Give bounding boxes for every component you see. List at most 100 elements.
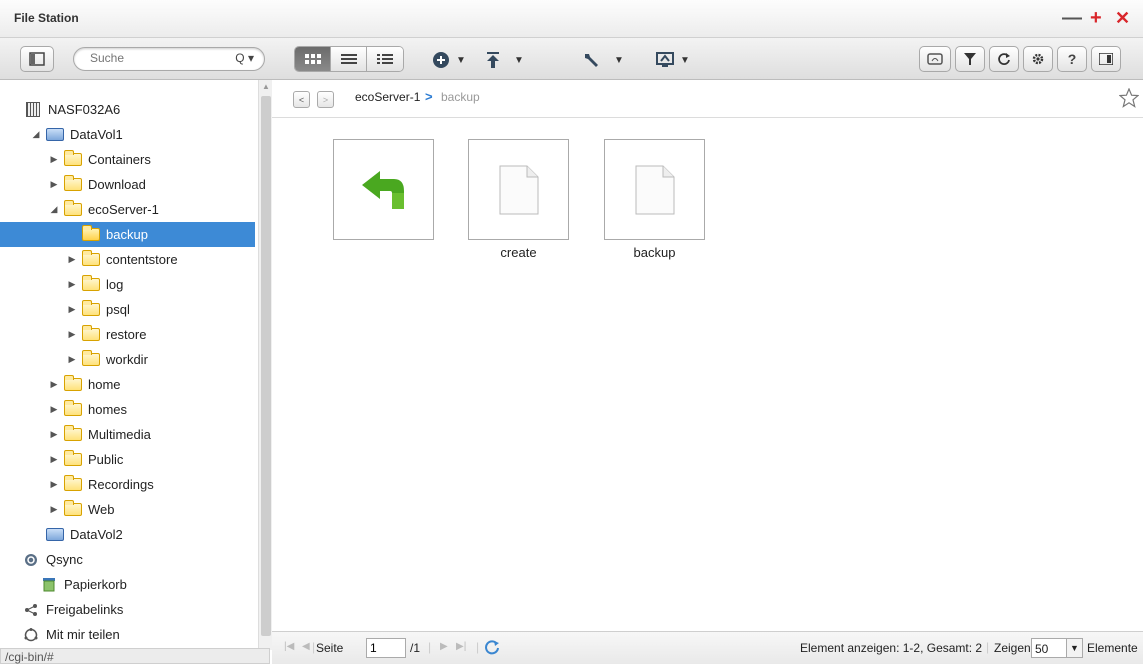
folder-icon xyxy=(64,375,82,391)
tree-item-download[interactable]: ▶ Download xyxy=(0,172,255,197)
reload-icon[interactable] xyxy=(484,639,500,655)
file-tile[interactable] xyxy=(468,139,569,240)
detail-view-button[interactable] xyxy=(367,47,403,71)
tree-item-workdir[interactable]: ▶ workdir xyxy=(0,347,255,372)
file-name[interactable]: backup xyxy=(604,245,705,260)
tree-item-restore[interactable]: ▶ restore xyxy=(0,322,255,347)
scrollbar-thumb[interactable] xyxy=(261,96,271,636)
collapsed-arrow-icon[interactable]: ▶ xyxy=(48,179,60,190)
search-box[interactable]: Q ▾ xyxy=(73,47,265,71)
remote-mount-button[interactable] xyxy=(919,46,951,72)
next-page-icon[interactable]: ▶ xyxy=(440,641,448,652)
tree-item-log[interactable]: ▶ log xyxy=(0,272,255,297)
forward-button[interactable]: > xyxy=(317,91,334,108)
sidebar-scrollbar[interactable]: ▲ xyxy=(258,80,272,650)
monitor-share-icon xyxy=(656,52,674,67)
file-name[interactable]: create xyxy=(468,245,569,260)
help-button[interactable]: ? xyxy=(1057,46,1087,72)
star-icon[interactable] xyxy=(1119,88,1139,108)
search-input[interactable] xyxy=(90,51,210,65)
search-icon[interactable]: Q ▾ xyxy=(235,51,254,65)
collapsed-arrow-icon[interactable]: ▶ xyxy=(48,404,60,415)
recycle-bin-icon xyxy=(43,578,55,592)
first-page-icon[interactable]: |◀ xyxy=(284,641,294,652)
tree-item-qsync[interactable]: Qsync xyxy=(0,547,255,572)
collapsed-arrow-icon[interactable]: ▶ xyxy=(66,254,78,265)
last-page-icon[interactable]: ▶| xyxy=(456,641,466,652)
page-input[interactable] xyxy=(366,638,406,658)
tree-item-datavol2[interactable]: DataVol2 xyxy=(0,522,255,547)
tree-item-ecoserver[interactable]: ◢ ecoServer-1 xyxy=(0,197,255,222)
breadcrumb-separator: > xyxy=(425,89,433,104)
thumbnail-view-button[interactable] xyxy=(295,47,331,71)
page-total: /1 xyxy=(410,641,421,655)
chevron-down-icon: ▼ xyxy=(614,54,624,66)
settings-button[interactable] xyxy=(1023,46,1053,72)
breadcrumb-backup[interactable]: backup xyxy=(441,90,480,104)
upload-menu-button[interactable]: ▼ xyxy=(486,50,524,70)
tree-item-freigabelinks[interactable]: Freigabelinks xyxy=(0,597,255,622)
tree-item-label: backup xyxy=(106,227,148,242)
tree-item-public[interactable]: ▶ Public xyxy=(0,447,255,472)
list-icon xyxy=(340,54,357,64)
up-arrow-icon xyxy=(361,170,404,209)
chevron-down-icon[interactable]: ▼ xyxy=(1066,639,1082,657)
show-label: Zeigen xyxy=(994,641,1031,655)
tree-item-web[interactable]: ▶ Web xyxy=(0,497,255,522)
create-menu-button[interactable]: ▼ xyxy=(432,50,466,70)
tree-item-papierkorb[interactable]: Papierkorb xyxy=(0,572,255,597)
breadcrumb-ecoserver[interactable]: ecoServer-1 xyxy=(355,90,420,104)
collapsed-arrow-icon[interactable]: ▶ xyxy=(48,379,60,390)
back-button[interactable]: < xyxy=(293,91,310,108)
tree-item-datavol1[interactable]: ◢ DataVol1 xyxy=(0,122,255,147)
tree-item-backup[interactable]: backup xyxy=(0,222,255,247)
collapsed-arrow-icon[interactable]: ▶ xyxy=(48,504,60,515)
collapsed-arrow-icon[interactable]: ▶ xyxy=(66,279,78,290)
prev-page-icon[interactable]: ◀ xyxy=(302,641,310,652)
file-tile[interactable] xyxy=(604,139,705,240)
close-button[interactable]: ✕ xyxy=(1115,6,1130,30)
collapsed-arrow-icon[interactable]: ▶ xyxy=(66,354,78,365)
toggle-sidebar-button[interactable] xyxy=(20,46,54,72)
folder-icon xyxy=(64,475,82,491)
page-size-select[interactable]: 50 ▼ xyxy=(1031,638,1083,658)
parent-folder-tile[interactable] xyxy=(333,139,434,240)
tree-item-label: ecoServer-1 xyxy=(88,202,159,217)
tree-item-psql[interactable]: ▶ psql xyxy=(0,297,255,322)
tree-item-recordings[interactable]: ▶ Recordings xyxy=(0,472,255,497)
tree-item-label: Public xyxy=(88,452,124,467)
minimize-button[interactable]: — xyxy=(1062,6,1082,30)
sidebar-panel-icon xyxy=(29,52,45,66)
filter-button[interactable] xyxy=(955,46,985,72)
expanded-arrow-icon[interactable]: ◢ xyxy=(30,129,42,140)
info-panel-button[interactable] xyxy=(1091,46,1121,72)
shared-with-me-icon xyxy=(24,627,38,641)
collapsed-arrow-icon[interactable]: ▶ xyxy=(66,304,78,315)
refresh-button[interactable] xyxy=(989,46,1019,72)
list-view-button[interactable] xyxy=(331,47,367,71)
folder-icon xyxy=(64,175,82,191)
collapsed-arrow-icon[interactable]: ▶ xyxy=(48,429,60,440)
chevron-left-icon: < xyxy=(298,94,305,105)
tree-item-label: Qsync xyxy=(46,552,83,567)
nas-server-icon xyxy=(26,102,40,117)
tree-item-containers[interactable]: ▶ Containers xyxy=(0,147,255,172)
tree-item-nas[interactable]: NASF032A6 xyxy=(0,97,255,122)
expanded-arrow-icon[interactable]: ◢ xyxy=(48,204,60,215)
tree-item-home[interactable]: ▶ home xyxy=(0,372,255,397)
path-bar: < > ecoServer-1 > backup xyxy=(272,80,1143,118)
drive-icon xyxy=(46,128,64,141)
share-menu-button[interactable]: ▼ xyxy=(656,50,690,70)
tree-item-contentstore[interactable]: ▶ contentstore xyxy=(0,247,255,272)
maximize-button[interactable]: + xyxy=(1090,6,1102,30)
tools-menu-button[interactable]: ▼ xyxy=(582,50,624,70)
collapsed-arrow-icon[interactable]: ▶ xyxy=(66,329,78,340)
collapsed-arrow-icon[interactable]: ▶ xyxy=(48,454,60,465)
tree-item-multimedia[interactable]: ▶ Multimedia xyxy=(0,422,255,447)
open-folder-icon xyxy=(64,200,82,216)
tree-item-homes[interactable]: ▶ homes xyxy=(0,397,255,422)
collapsed-arrow-icon[interactable]: ▶ xyxy=(48,479,60,490)
collapsed-arrow-icon[interactable]: ▶ xyxy=(48,154,60,165)
scroll-up-icon[interactable]: ▲ xyxy=(262,82,270,91)
tree-item-mit-mir-teilen[interactable]: Mit mir teilen xyxy=(0,622,255,647)
